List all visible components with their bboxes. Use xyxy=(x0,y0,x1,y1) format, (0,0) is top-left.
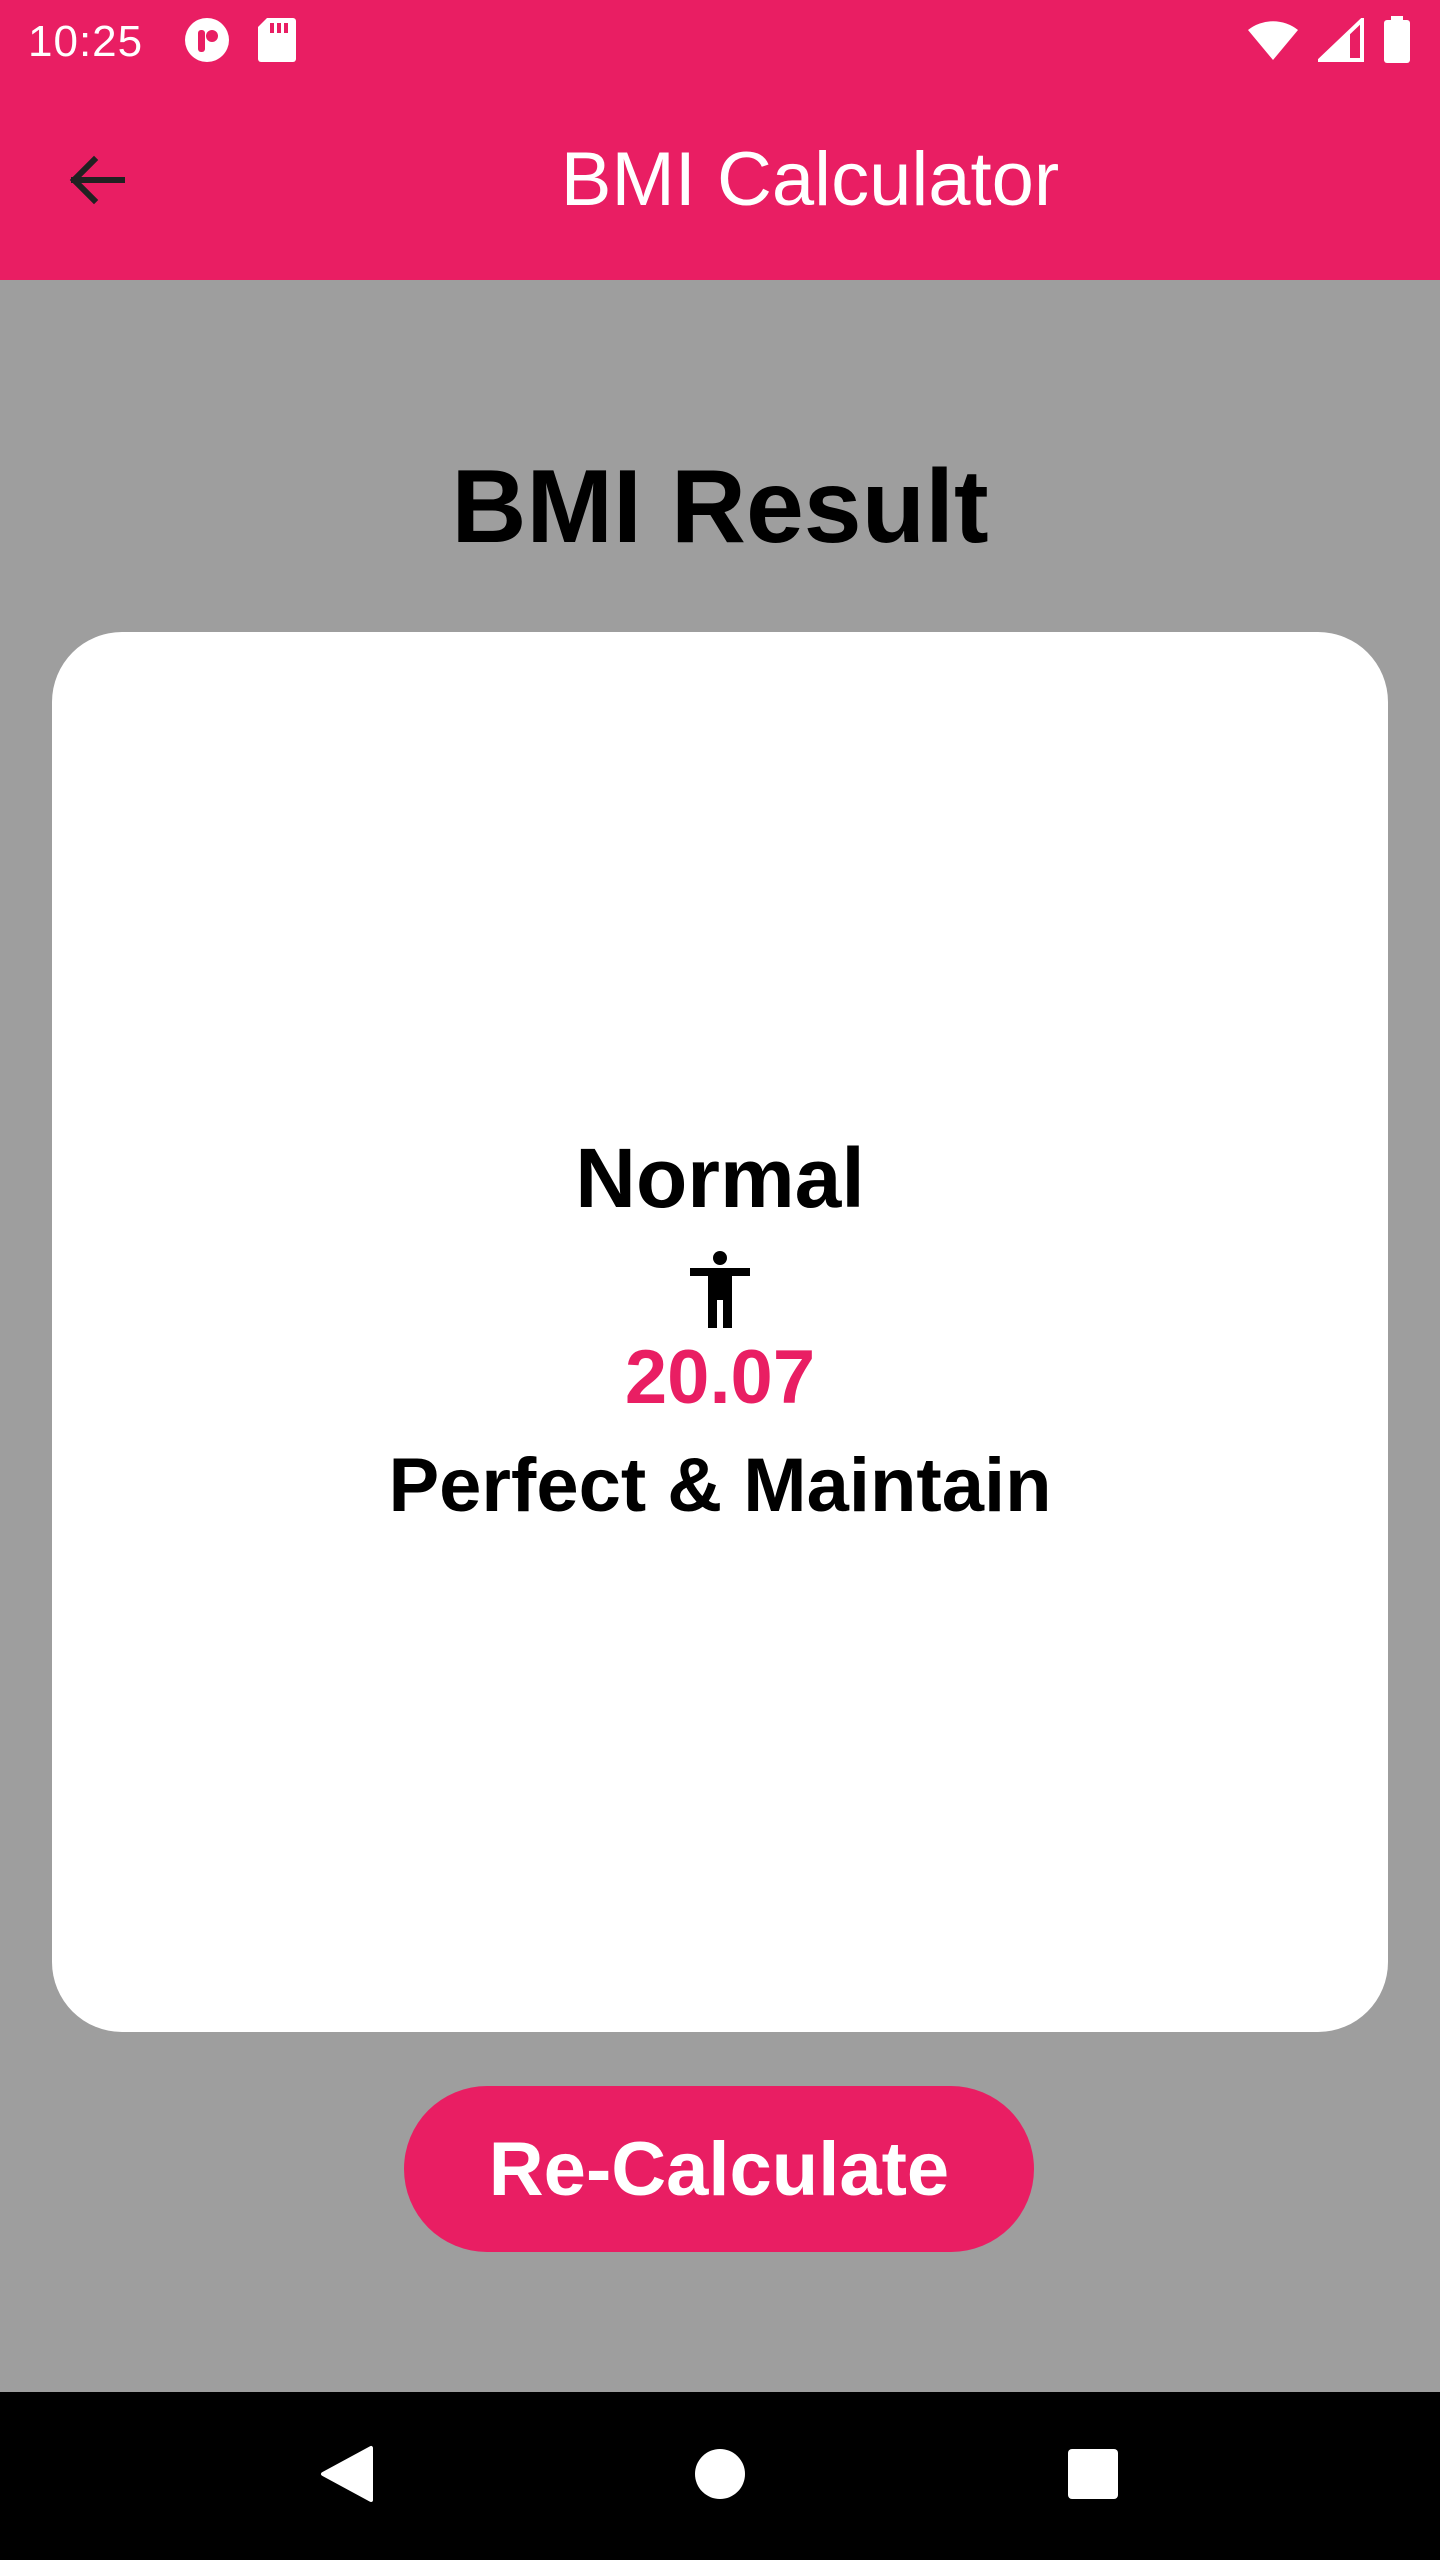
app-notification-icon xyxy=(183,16,231,69)
sd-card-icon xyxy=(257,16,297,69)
nav-recents-button[interactable] xyxy=(1033,2416,1153,2536)
status-right-icons xyxy=(1246,14,1412,69)
bmi-category: Normal xyxy=(575,1131,865,1225)
status-bar: 10:25 xyxy=(0,0,1440,84)
cell-signal-icon xyxy=(1315,14,1364,67)
bmi-value: 20.07 xyxy=(624,1335,816,1420)
bmi-result-screen: 10:25 BMI Calculator BMI Result Normal 2… xyxy=(0,0,1440,2560)
bmi-advice: Perfect & Maintain xyxy=(388,1443,1052,1528)
recents-square-icon xyxy=(1066,2447,1120,2506)
home-circle-icon xyxy=(692,2446,748,2507)
nav-home-button[interactable] xyxy=(660,2416,780,2536)
nav-back-button[interactable] xyxy=(287,2416,407,2536)
app-bar: BMI Calculator xyxy=(0,84,1440,280)
accessibility-person-icon xyxy=(688,1250,752,1330)
system-nav-bar xyxy=(0,2392,1440,2560)
wifi-icon xyxy=(1246,18,1300,67)
app-title: BMI Calculator xyxy=(560,137,1060,222)
battery-icon xyxy=(1382,15,1412,69)
recalculate-button[interactable]: Re-Calculate xyxy=(404,2086,1034,2252)
result-card: Normal 20.07 Perfect & Maintain xyxy=(52,632,1388,2032)
status-time: 10:25 xyxy=(28,17,144,66)
page-title: BMI Result xyxy=(451,449,989,565)
status-left-icons xyxy=(183,16,297,69)
back-triangle-icon xyxy=(319,2444,375,2509)
